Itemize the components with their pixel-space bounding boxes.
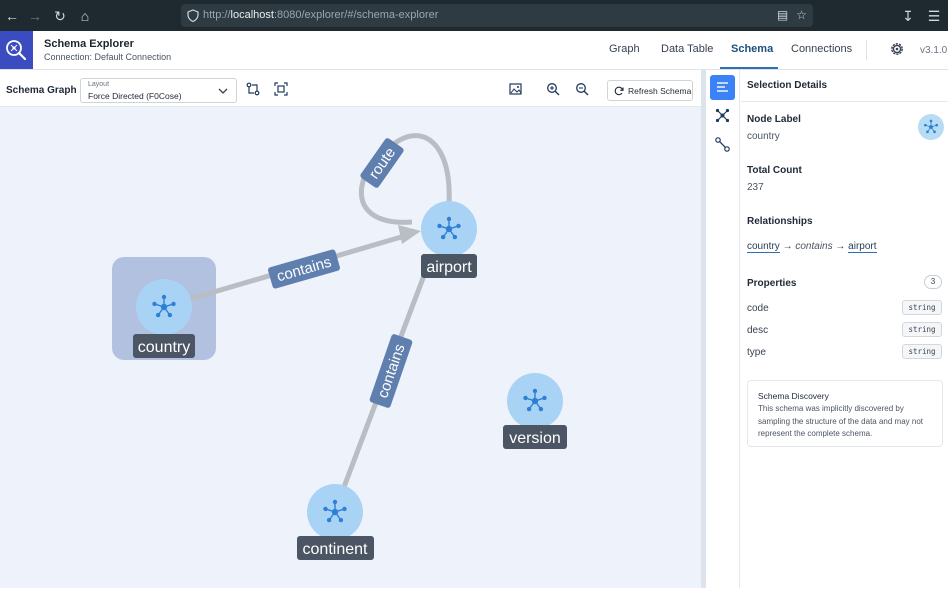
- graph-panel-title: Schema Graph: [6, 85, 77, 96]
- properties-heading: Properties: [747, 278, 797, 289]
- node-badge-glyph: [923, 119, 939, 134]
- layout-select[interactable]: Layout Force Directed (F0Cose): [80, 78, 237, 103]
- note-title: Schema Discovery: [758, 391, 829, 401]
- node-label-heading: Node Label: [747, 114, 801, 125]
- refresh-schema-button[interactable]: Refresh Schema: [607, 80, 693, 101]
- property-name: type: [747, 347, 766, 358]
- swap-layout-icon[interactable]: [246, 82, 260, 96]
- app-header: Schema Explorer Connection: Default Conn…: [0, 31, 948, 70]
- note-body: This schema was implicitly discovered by…: [758, 404, 923, 438]
- graph-canvas[interactable]: contains route contains country airport: [0, 107, 701, 588]
- total-count-heading: Total Count: [747, 165, 802, 176]
- node-label-airport: airport: [426, 259, 472, 276]
- bookmark-star-icon[interactable]: ☆: [794, 8, 809, 23]
- edge-styles-button[interactable]: [710, 132, 735, 157]
- edge-label-contains-1[interactable]: contains: [267, 249, 340, 289]
- node-label-continent: continent: [303, 541, 368, 558]
- relationship-arrow: →: [782, 241, 793, 252]
- edge-label-route[interactable]: route: [359, 137, 405, 189]
- app-logo: [0, 31, 33, 69]
- relationship-target-link[interactable]: airport: [848, 241, 877, 253]
- property-name: code: [747, 303, 769, 314]
- relationship-arrow: →: [835, 241, 846, 252]
- export-image-icon[interactable]: [509, 82, 523, 96]
- reload-icon[interactable]: ↻: [50, 6, 70, 26]
- zoom-out-icon[interactable]: [575, 82, 589, 96]
- details-title: Selection Details: [747, 80, 828, 91]
- active-tab-indicator: [720, 67, 778, 69]
- relationships-heading: Relationships: [747, 216, 813, 227]
- edge-icon: [715, 137, 730, 152]
- gear-icon[interactable]: [888, 40, 906, 58]
- node-country[interactable]: country: [133, 279, 195, 358]
- zoom-in-icon[interactable]: [546, 82, 560, 96]
- properties-count-badge: 3: [924, 275, 942, 289]
- node-type-icon: [918, 114, 944, 140]
- header-divider: [866, 40, 867, 60]
- app-version: v3.1.0: [920, 45, 948, 56]
- property-type-badge: string: [902, 322, 942, 337]
- node-label-value: country: [747, 131, 780, 142]
- selection-details-panel: Selection Details Node Label country Tot…: [741, 70, 948, 588]
- chevron-down-icon: [218, 88, 228, 94]
- node-label-country: country: [138, 339, 190, 356]
- forward-icon[interactable]: →: [25, 6, 45, 26]
- property-name: desc: [747, 325, 769, 336]
- refresh-icon: [614, 86, 624, 96]
- details-list-icon: [717, 82, 728, 92]
- connection-status: Connection: Default Connection: [44, 52, 172, 62]
- edge-arrowhead: [398, 225, 421, 244]
- tab-data-table[interactable]: Data Table: [661, 43, 713, 55]
- edge-label-contains-2[interactable]: contains: [369, 333, 413, 408]
- url-text: http://localhost:8080/explorer/#/schema-…: [203, 9, 439, 21]
- total-count-value: 237: [747, 182, 764, 193]
- shield-icon: [187, 9, 199, 22]
- details-panel-button[interactable]: [710, 75, 735, 100]
- back-icon[interactable]: ←: [2, 6, 22, 26]
- side-icon-rail: [706, 70, 740, 588]
- schema-discovery-note: Schema Discovery This schema was implici…: [747, 380, 943, 447]
- tab-graph[interactable]: Graph: [609, 43, 640, 55]
- address-bar[interactable]: http://localhost:8080/explorer/#/schema-…: [181, 4, 813, 27]
- reader-mode-icon[interactable]: ▤: [775, 8, 790, 23]
- graph-toolbar: Schema Graph Layout Force Directed (F0Co…: [0, 70, 701, 107]
- property-type-badge: string: [902, 300, 942, 315]
- search-graph-icon: [6, 40, 27, 61]
- relationship-row: country → contains → airport: [747, 241, 877, 253]
- browser-toolbar: ← → ↻ ⌂ http://localhost:8080/explorer/#…: [0, 0, 948, 31]
- app-title: Schema Explorer: [44, 38, 134, 50]
- relationship-edge: contains: [795, 241, 833, 252]
- details-divider: [741, 101, 948, 102]
- node-graph-icon: [715, 108, 730, 123]
- property-type-badge: string: [902, 344, 942, 359]
- downloads-icon[interactable]: ↧: [898, 6, 918, 26]
- node-label-version: version: [509, 430, 561, 447]
- node-styles-button[interactable]: [710, 103, 735, 128]
- layout-caption: Layout: [88, 81, 110, 88]
- schema-graph[interactable]: contains route contains country airport: [0, 107, 701, 588]
- layout-value: Force Directed (F0Cose): [88, 91, 182, 101]
- node-continent[interactable]: continent: [297, 484, 374, 560]
- tab-schema[interactable]: Schema: [731, 43, 773, 55]
- relationship-source-link[interactable]: country: [747, 241, 780, 253]
- fit-screen-icon[interactable]: [274, 82, 288, 96]
- menu-icon[interactable]: ☰: [924, 6, 944, 26]
- node-airport[interactable]: airport: [421, 201, 477, 278]
- node-version[interactable]: version: [503, 373, 567, 449]
- home-icon[interactable]: ⌂: [75, 6, 95, 26]
- refresh-schema-label: Refresh Schema: [628, 86, 692, 96]
- tab-connections[interactable]: Connections: [791, 43, 852, 55]
